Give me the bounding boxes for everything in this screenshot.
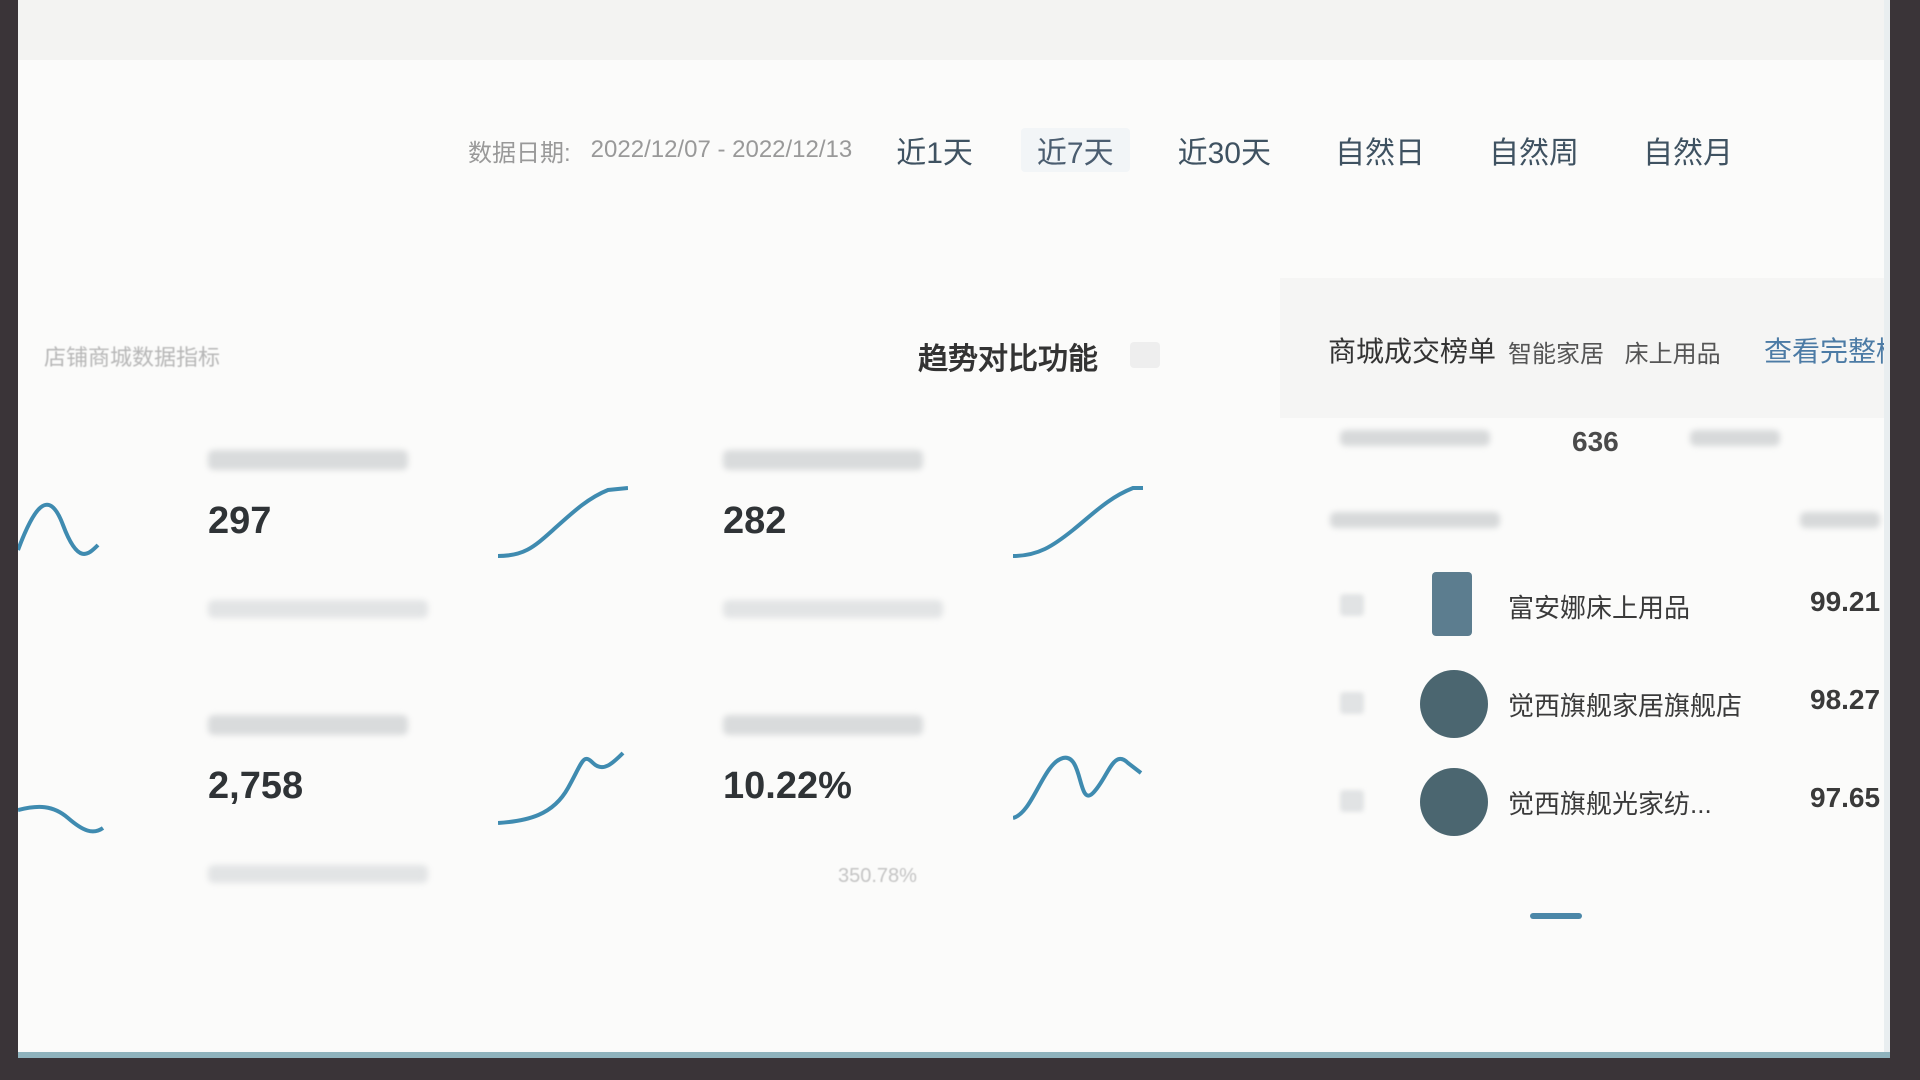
rank-number: [1340, 790, 1364, 812]
date-label: 数据日期:: [468, 139, 571, 167]
rank-number: [1340, 692, 1364, 714]
tab-last-7-days[interactable]: 近7天: [1020, 128, 1130, 172]
ranking-row[interactable]: 觉西旗舰家居旗舰店 98.27: [1340, 664, 1890, 744]
metric-label: [723, 450, 923, 470]
shop-score: 99.21: [1810, 586, 1881, 617]
ranking-panel: 商城成交榜单 智能家居 床上用品 查看完整榜单 636 富安娜床上用品 99.2…: [1280, 278, 1890, 919]
metric-value: 282: [723, 500, 787, 542]
ranking-title: 商城成交榜单: [1328, 336, 1497, 367]
sparkline-icon: [498, 486, 628, 558]
ranking-column-header: [1800, 512, 1880, 528]
metrics-panel: 店铺商城数据指标 趋势对比功能 297 282 2,758 10.22% 350…: [18, 300, 1218, 920]
trend-compare-link[interactable]: 趋势对比功能: [918, 334, 1098, 378]
metric-label: [723, 715, 923, 735]
shop-logo: [1432, 572, 1472, 636]
shop-name: 觉西旗舰光家纺...: [1508, 789, 1712, 819]
ranking-stat-label: [1690, 430, 1780, 446]
period-tabs: 近1天 近7天 近30天 自然日 自然周 自然月: [896, 128, 1797, 172]
metric-compare: [723, 600, 943, 618]
metric-value: 297: [208, 500, 272, 542]
metric-label: [208, 715, 408, 735]
metric-value: 10.22%: [723, 765, 852, 807]
metric-compare: 350.78%: [838, 865, 917, 887]
panel-title: 店铺商城数据指标: [44, 345, 221, 370]
rank-number: [1340, 594, 1364, 616]
metric-compare: [208, 600, 428, 618]
ranking-row[interactable]: 觉西旗舰光家纺... 97.65: [1340, 762, 1890, 842]
sparkline-icon: [1013, 755, 1143, 820]
sparkline-icon: [498, 751, 625, 825]
carousel-indicator[interactable]: [1530, 913, 1582, 919]
date-range-picker[interactable]: 2022/12/07 - 2022/12/13: [591, 136, 853, 164]
metric-value: 2,758: [208, 765, 304, 807]
shop-score: 97.65: [1810, 782, 1881, 813]
metric-label: [208, 450, 408, 470]
sparkline-icon: [18, 502, 100, 556]
app-screen: 数据日期: 2022/12/07 - 2022/12/13 近1天 近7天 近3…: [18, 0, 1890, 1058]
view-full-ranking-link[interactable]: 查看完整榜单: [1764, 330, 1890, 370]
metric-card[interactable]: 2,758: [208, 715, 708, 915]
sparkline-icon: [18, 804, 105, 834]
window-edge: [18, 1052, 1890, 1058]
sparkline-icon: [1013, 486, 1143, 558]
tag-smart-home[interactable]: 智能家居: [1508, 341, 1604, 368]
shop-name: 富安娜床上用品: [1508, 593, 1691, 623]
metric-card[interactable]: 282: [723, 450, 1223, 650]
shop-name: 觉西旗舰家居旗舰店: [1508, 691, 1743, 721]
compare-icon[interactable]: [1130, 342, 1160, 368]
tab-natural-month[interactable]: 自然月: [1643, 128, 1733, 172]
tab-natural-day[interactable]: 自然日: [1335, 128, 1425, 172]
window-edge: [1884, 0, 1890, 1058]
ranking-stat-value: 636: [1572, 426, 1619, 457]
shop-logo: [1420, 768, 1488, 836]
ranking-row[interactable]: 富安娜床上用品 99.21: [1340, 566, 1890, 646]
top-bar: [18, 0, 1890, 60]
tag-bedding[interactable]: 床上用品: [1625, 341, 1721, 368]
metric-card[interactable]: 297: [208, 450, 708, 650]
ranking-tags: 智能家居 床上用品: [1508, 334, 1735, 369]
ranking-column-header: [1330, 512, 1500, 528]
shop-score: 98.27: [1810, 684, 1881, 715]
metric-card[interactable]: 10.22% 350.78%: [723, 715, 1223, 915]
shop-logo: [1420, 670, 1488, 738]
ranking-stat-label: [1340, 430, 1490, 446]
metric-compare: [208, 865, 428, 883]
tab-natural-week[interactable]: 自然周: [1489, 128, 1579, 172]
tab-last-1-day[interactable]: 近1天: [896, 128, 973, 172]
date-filter-bar: 数据日期: 2022/12/07 - 2022/12/13 近1天 近7天 近3…: [468, 128, 1797, 172]
tab-last-30-days[interactable]: 近30天: [1178, 128, 1271, 172]
